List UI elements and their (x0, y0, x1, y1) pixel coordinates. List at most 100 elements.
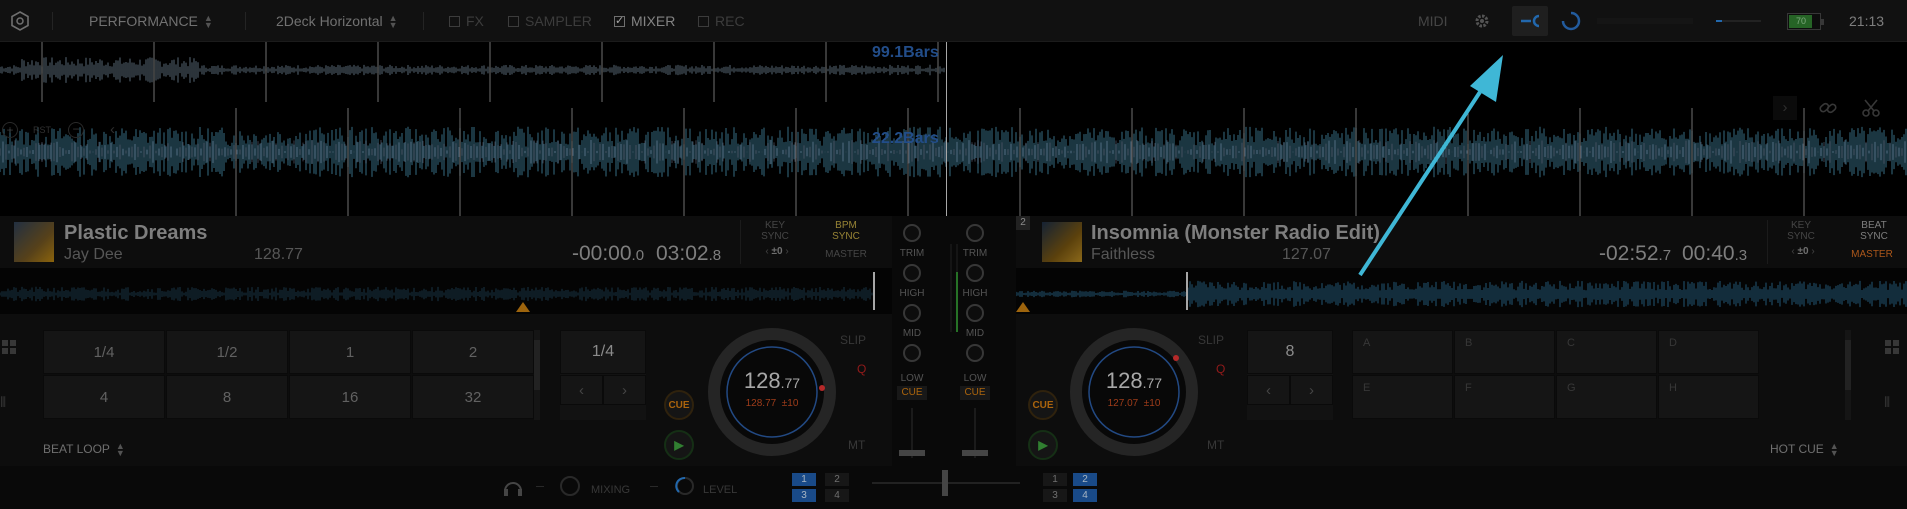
left-deck-select-4[interactable]: 4 (825, 489, 849, 502)
master-volume-slider[interactable] (1716, 20, 1761, 22)
hot-cue-pad-a[interactable]: A (1352, 330, 1453, 374)
beat-loop-pad-5[interactable]: 4 (43, 375, 165, 419)
deck2-loop-length[interactable]: 8 (1247, 330, 1333, 374)
beat-loop-pad-6[interactable]: 8 (166, 375, 288, 419)
ch1-fader[interactable] (899, 408, 925, 458)
grid-icon[interactable] (2, 340, 16, 354)
deck1-pad-mode-select[interactable]: BEAT LOOP ▲ ▼ (43, 441, 125, 457)
beat-loop-pad-7[interactable]: 16 (289, 375, 411, 419)
ch2-trim-knob[interactable] (966, 224, 984, 242)
hot-cue-scrollbar[interactable] (1845, 330, 1851, 420)
beat-loop-pad-3[interactable]: 1 (289, 330, 411, 374)
chevron-left-icon[interactable]: ‹ (110, 121, 115, 138)
deck2-slip-button[interactable]: SLIP (1198, 333, 1224, 347)
beat-loop-pad-2[interactable]: 1/2 (166, 330, 288, 374)
chain-link-icon[interactable] (1817, 97, 1839, 119)
deck2-key-shift[interactable]: ‹ ±0 › (1772, 246, 1834, 257)
waveform-zoom-icon[interactable]: ⦀ (1884, 394, 1902, 414)
mixer-toggle[interactable]: MIXER (614, 13, 675, 29)
ch2-mid-knob[interactable] (966, 304, 984, 322)
waveform-area[interactable]: 99.1Bars 22.2Bars + RST − ‹ › (0, 42, 1907, 216)
deck2-cue-button[interactable]: CUE (1028, 390, 1058, 420)
gear-icon[interactable] (1473, 12, 1491, 30)
deck1-jog-wheel[interactable]: 128.77 128.77 ±10 (708, 328, 836, 456)
zoom-out-icon[interactable]: − (68, 122, 84, 138)
deck1-loop-halve-button[interactable]: ‹ (560, 375, 603, 405)
ch1-high-knob[interactable] (903, 264, 921, 282)
deck1-loop-double-button[interactable]: › (603, 375, 646, 405)
hot-cue-pad-d[interactable]: D (1658, 330, 1759, 374)
level-knob[interactable] (675, 476, 695, 496)
deck2-master-tempo-button[interactable]: MT (1207, 438, 1224, 452)
deck2-play-button[interactable]: ▶ (1028, 430, 1058, 460)
deck1-key-shift[interactable]: ‹ ±0 › (746, 246, 808, 257)
ch1-cue-button[interactable]: CUE (897, 386, 927, 400)
deck1-cue-button[interactable]: CUE (664, 390, 694, 420)
deck2-overview-waveform[interactable] (1015, 270, 1907, 314)
grid-icon[interactable] (1885, 340, 1899, 354)
rst-button[interactable]: RST (33, 125, 51, 135)
clock: 21:13 (1849, 13, 1885, 29)
chevron-right-icon[interactable]: › (1773, 96, 1797, 120)
ch1-trim-knob[interactable] (903, 224, 921, 242)
right-deck-select-3[interactable]: 3 (1043, 489, 1067, 502)
deck1-play-button[interactable]: ▶ (664, 430, 694, 460)
deck2-sync-button[interactable]: BEAT SYNC (1856, 220, 1892, 242)
zoom-in-icon[interactable]: + (2, 122, 18, 138)
headphones-icon[interactable] (502, 477, 524, 497)
beat-loop-pad-8[interactable]: 32 (412, 375, 534, 419)
ch2-high-knob[interactable] (966, 264, 984, 282)
deck-layout-select[interactable]: 2Deck Horizontal ▲ ▼ (276, 13, 398, 30)
deck1-quantize-button[interactable]: Q (857, 362, 866, 376)
hot-cue-pad-h[interactable]: H (1658, 375, 1759, 419)
deck1-master-button[interactable]: MASTER (818, 249, 874, 260)
deck1-key-sync-button[interactable]: KEY SYNC (756, 220, 794, 242)
right-deck-select-1[interactable]: 1 (1043, 473, 1067, 486)
ch2-cue-button[interactable]: CUE (960, 386, 990, 400)
ch1-low-knob[interactable] (903, 344, 921, 362)
ch2-fader[interactable] (962, 408, 988, 458)
deck2-quantize-button[interactable]: Q (1216, 362, 1225, 376)
deck2-master-button[interactable]: MASTER (1844, 249, 1900, 260)
pad-scrollbar[interactable] (534, 330, 540, 420)
cut-icon[interactable] (1860, 97, 1882, 119)
deck2-loop-halve-button[interactable]: ‹ (1247, 375, 1290, 405)
deck2-loop-double-button[interactable]: › (1290, 375, 1333, 405)
deck1-loop-length[interactable]: 1/4 (560, 330, 646, 374)
left-deck-select-3[interactable]: 3 (792, 489, 816, 502)
ch1-high-label: HIGH (899, 288, 925, 299)
deck1-overview-waveform[interactable] (0, 270, 878, 314)
link-button[interactable] (1512, 6, 1548, 36)
hot-cue-pad-e[interactable]: E (1352, 375, 1453, 419)
left-deck-select-1[interactable]: 1 (792, 473, 816, 486)
sampler-toggle[interactable]: SAMPLER (508, 13, 592, 29)
rec-toggle[interactable]: REC (698, 13, 745, 29)
hot-cue-pad-c[interactable]: C (1556, 330, 1657, 374)
deck2-pad-mode-select[interactable]: HOT CUE ▲ ▼ (1770, 441, 1839, 457)
beat-loop-pad-1[interactable]: 1/4 (43, 330, 165, 374)
midi-button[interactable]: MIDI (1418, 13, 1448, 29)
ch2-low-knob[interactable] (966, 344, 984, 362)
deck1-controls: ⦀ 1/4 1/2 1 2 4 8 16 32 BEAT LOOP ▲ ▼ 1/4 … (0, 314, 892, 466)
ch1-mid-knob[interactable] (903, 304, 921, 322)
waveform-zoom-icon[interactable]: ⦀ (0, 394, 18, 414)
mixing-knob[interactable] (560, 476, 580, 496)
right-deck-select-4[interactable]: 4 (1073, 489, 1097, 502)
deck1-slip-button[interactable]: SLIP (840, 333, 866, 347)
deck1-sync-button[interactable]: BPM SYNC (828, 220, 864, 242)
fx-toggle[interactable]: FX (449, 13, 484, 29)
beat-loop-pad-4[interactable]: 2 (412, 330, 534, 374)
left-deck-select-2[interactable]: 2 (825, 473, 849, 486)
deck2-jog-wheel[interactable]: 128.77 127.07 ±10 (1070, 328, 1198, 456)
deck2-key-sync-button[interactable]: KEY SYNC (1782, 220, 1820, 242)
layout-mode-select[interactable]: PERFORMANCE ▲ ▼ (89, 13, 213, 30)
right-deck-select-2[interactable]: 2 (1073, 473, 1097, 486)
crossfader[interactable] (872, 470, 1020, 496)
deck2-key-value: ±0 (1797, 246, 1809, 257)
deck1-master-tempo-button[interactable]: MT (848, 438, 865, 452)
hot-cue-pad-b[interactable]: B (1454, 330, 1555, 374)
fx-label: FX (466, 13, 484, 29)
hot-cue-pad-f[interactable]: F (1454, 375, 1555, 419)
hot-cue-pad-g[interactable]: G (1556, 375, 1657, 419)
rekordbox-logo-icon[interactable] (10, 11, 30, 31)
